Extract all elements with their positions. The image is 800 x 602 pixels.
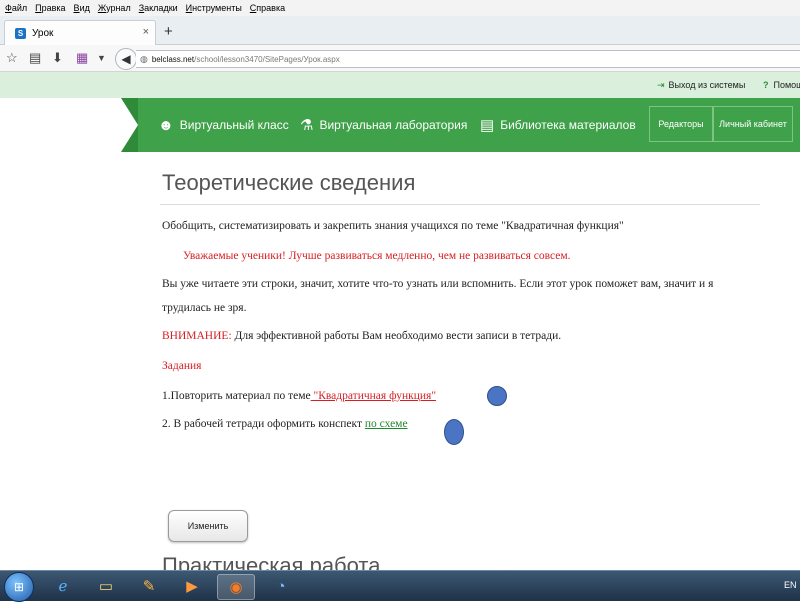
practical-work-heading: Практическая работа xyxy=(162,553,380,570)
menu-tools[interactable]: Инструменты xyxy=(186,3,242,13)
sharepoint-favicon-icon: S xyxy=(15,28,26,39)
start-button[interactable]: ⊞ xyxy=(4,572,34,602)
help-label: Помощь xyxy=(774,80,800,90)
nav-virtual-class[interactable]: ☻ Виртуальный класс xyxy=(158,98,289,152)
editors-button[interactable]: Редакторы xyxy=(649,106,713,142)
attention-label: ВНИМАНИЕ: xyxy=(162,330,232,342)
nav-virtual-class-label: Виртуальный класс xyxy=(180,118,289,132)
nav-virtual-lab-label: Виртуальная лаборатория xyxy=(319,118,467,132)
language-indicator[interactable]: EN xyxy=(784,580,797,590)
people-icon: ☻ xyxy=(158,117,174,134)
address-bar[interactable]: ◍ belclass.net /school/lesson3470/SitePa… xyxy=(136,50,800,68)
globe-icon: ◍ xyxy=(140,54,148,65)
bookmark-star-icon[interactable]: ☆ xyxy=(6,50,18,66)
tasks-label: Задания xyxy=(162,360,201,372)
menu-history[interactable]: Журнал xyxy=(98,3,131,13)
menu-bookmarks[interactable]: Закладки xyxy=(139,3,178,13)
logout-icon: ⇥ xyxy=(657,80,665,90)
media-player-icon[interactable]: ▶ xyxy=(174,574,210,598)
task-2: 2. В рабочей тетради оформить конспект п… xyxy=(162,418,408,430)
greeting-text: Уважаемые ученики! Лучше развиваться мед… xyxy=(183,250,570,262)
nav-library[interactable]: ▤ Библиотека материалов xyxy=(480,98,636,152)
ribbon-decoration xyxy=(121,98,138,152)
menu-help[interactable]: Справка xyxy=(250,3,285,13)
reading-list-icon[interactable]: ▤ xyxy=(29,50,41,66)
body-line-1: Вы уже читаете эти строки, значит, хотит… xyxy=(162,278,713,290)
tab-title: Урок xyxy=(32,28,53,39)
edit-button[interactable]: Изменить xyxy=(168,510,248,542)
internet-explorer-icon[interactable]: ℯ xyxy=(45,574,81,598)
intro-text: Обобщить, систематизировать и закрепить … xyxy=(162,220,624,232)
download-icon[interactable]: ⬇ xyxy=(52,50,63,66)
help-icon: ? xyxy=(763,80,769,90)
addon-icon[interactable]: ▦ xyxy=(76,50,88,66)
dropdown-chevron-icon[interactable]: ▼ xyxy=(97,53,106,63)
blue-marker-1 xyxy=(487,386,507,406)
attention-text: Для эффективной работы Вам необходимо ве… xyxy=(232,330,562,342)
logout-link[interactable]: ⇥ Выход из системы xyxy=(657,80,745,91)
new-tab-button[interactable]: + xyxy=(164,23,173,40)
task-1-text: 1.Повторить материал по теме xyxy=(162,390,311,402)
page-title: Теоретические сведения xyxy=(162,170,415,196)
site-nav: ☻ Виртуальный класс ⚗ Виртуальная лабора… xyxy=(138,98,800,152)
url-host: belclass.net xyxy=(152,55,194,64)
site-top-strip: ⇥ Выход из системы ? Помощь xyxy=(0,72,800,98)
menu-view[interactable]: Вид xyxy=(74,3,90,13)
taskbar: ⊞ ℯ ▭ ✎ ▶ ◉ ◔ EN xyxy=(0,570,800,601)
file-explorer-icon[interactable]: ▭ xyxy=(88,574,124,598)
task-1: 1.Повторить материал по теме "Квадратичн… xyxy=(162,390,436,402)
scheme-link[interactable]: по схеме xyxy=(365,418,408,430)
tab-bar: S Урок × + xyxy=(0,16,800,45)
tab-lesson[interactable]: S Урок × xyxy=(4,20,156,45)
menu-bar: Файл Правка Вид Журнал Закладки Инструме… xyxy=(0,0,800,16)
nav-toolbar: ☆ ▤ ⬇ ▦ ▼ ◀ ◍ belclass.net /school/lesso… xyxy=(0,45,800,72)
attention-paragraph: ВНИМАНИЕ: Для эффективной работы Вам нео… xyxy=(162,330,561,342)
main-content: Теоретические сведения Обобщить, система… xyxy=(160,150,800,570)
books-icon: ▤ xyxy=(480,116,494,134)
menu-edit[interactable]: Правка xyxy=(35,3,65,13)
tab-close-icon[interactable]: × xyxy=(143,26,149,38)
blue-marker-2 xyxy=(444,419,464,445)
firefox-icon[interactable]: ◉ xyxy=(217,574,255,600)
flask-icon: ⚗ xyxy=(300,116,313,134)
url-path: /school/lesson3470/SitePages/Урок.aspx xyxy=(194,55,340,64)
nav-library-label: Библиотека материалов xyxy=(500,118,636,132)
paint-icon[interactable]: ✎ xyxy=(131,574,167,598)
back-arrow-icon: ◀ xyxy=(121,52,130,66)
quadratic-function-link[interactable]: "Квадратичная функция" xyxy=(311,390,436,402)
menu-file[interactable]: Файл xyxy=(5,3,27,13)
title-divider xyxy=(160,204,760,205)
personal-cabinet-button[interactable]: Личный кабинет xyxy=(713,106,793,142)
help-link[interactable]: ? Помощь xyxy=(763,80,800,90)
nav-virtual-lab[interactable]: ⚗ Виртуальная лаборатория xyxy=(300,98,467,152)
network-app-icon[interactable]: ◔ xyxy=(263,574,299,598)
windows-logo-icon: ⊞ xyxy=(14,580,24,594)
task-2-text: 2. В рабочей тетради оформить конспект xyxy=(162,418,365,430)
body-line-2: трудилась не зря. xyxy=(162,302,246,314)
back-button[interactable]: ◀ xyxy=(115,48,137,70)
logout-label: Выход из системы xyxy=(669,80,746,90)
